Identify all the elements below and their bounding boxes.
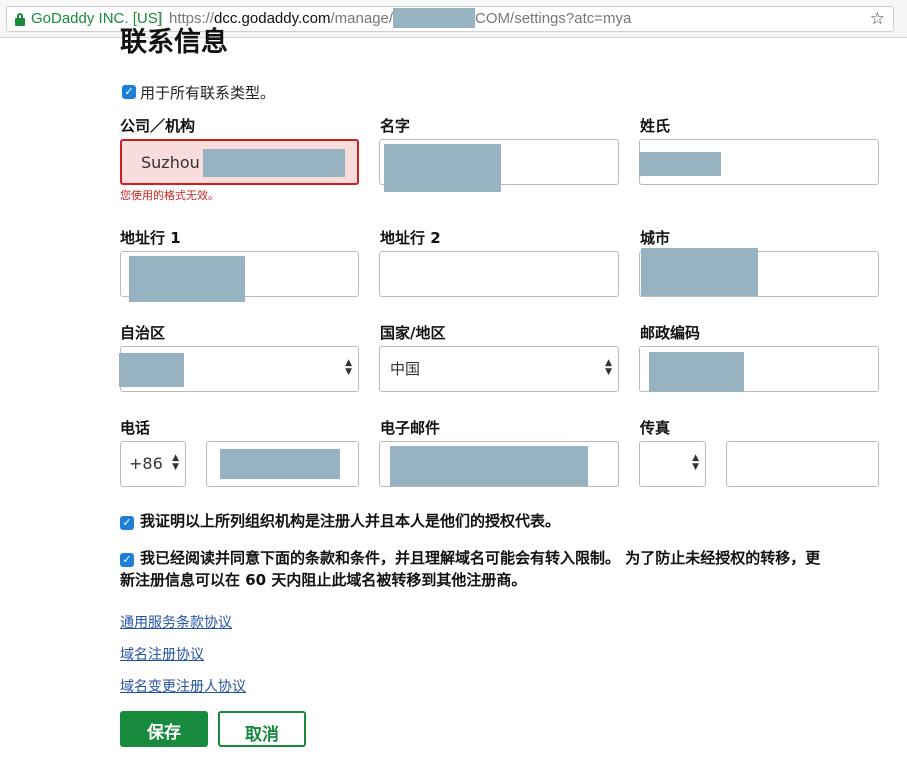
address2-label: 地址行 2	[380, 229, 441, 247]
select-arrows-icon: ▲ ▼	[692, 453, 699, 472]
company-label: 公司／机构	[120, 117, 196, 135]
cancel-button[interactable]: 取消	[218, 711, 306, 747]
apply-all-label: 用于所有联系类型。	[140, 84, 276, 102]
select-arrows-icon: ▲ ▼	[345, 358, 352, 377]
redaction-block	[129, 256, 245, 302]
redaction-block	[649, 352, 744, 392]
save-button[interactable]: 保存	[120, 711, 208, 747]
first-name-label: 名字	[380, 117, 411, 135]
bookmark-star-icon[interactable]: ☆	[870, 7, 885, 31]
url-host: dcc.godaddy.com	[214, 10, 331, 27]
checkbox-checked-icon[interactable]: ✓	[120, 553, 134, 567]
state-label: 自治区	[120, 324, 166, 342]
redaction-block	[390, 446, 588, 486]
city-input[interactable]	[639, 248, 879, 297]
url-redaction	[393, 8, 476, 28]
email-input[interactable]	[379, 441, 619, 487]
redaction-block	[641, 248, 758, 296]
authorized-rep-confirmation: 我证明以上所列组织机构是注册人并且本人是他们的授权代表。	[140, 512, 561, 530]
fax-label: 传真	[640, 419, 671, 437]
link-general-terms[interactable]: 通用服务条款协议	[120, 612, 232, 632]
fax-country-select[interactable]: ▲ ▼	[639, 441, 706, 487]
url-text[interactable]: https://dcc.godaddy.com/manage/COM/setti…	[169, 7, 631, 31]
company-input[interactable]: Suzhou	[120, 139, 359, 185]
link-registrant-change[interactable]: 域名变更注册人协议	[120, 676, 246, 696]
redaction-block	[119, 353, 184, 387]
lock-icon[interactable]	[15, 13, 25, 26]
last-name-input[interactable]	[639, 139, 879, 185]
company-value: Suzhou	[141, 153, 200, 172]
phone-country-select[interactable]: +86 ▲ ▼	[120, 441, 186, 487]
redaction-block	[639, 152, 721, 176]
address2-input[interactable]	[379, 251, 619, 297]
address1-input[interactable]	[120, 251, 359, 302]
redaction-block	[384, 144, 501, 192]
url-divider	[161, 11, 162, 28]
address1-label: 地址行 1	[120, 229, 181, 247]
redaction-block	[220, 449, 340, 479]
last-name-label: 姓氏	[640, 117, 671, 135]
city-label: 城市	[640, 229, 671, 247]
email-label: 电子邮件	[380, 419, 441, 437]
link-domain-registration[interactable]: 域名注册协议	[120, 644, 204, 664]
phone-number-input[interactable]	[206, 441, 359, 487]
checkbox-checked-icon[interactable]: ✓	[120, 516, 134, 530]
url-scheme: https://	[169, 10, 215, 27]
first-name-input[interactable]	[379, 139, 619, 192]
page-title: 联系信息	[120, 27, 228, 58]
redaction-block	[203, 149, 345, 177]
phone-country-code: +86	[129, 454, 163, 473]
country-value: 中国	[390, 360, 421, 378]
postal-input[interactable]	[639, 346, 879, 392]
state-select[interactable]: ▲ ▼	[119, 346, 359, 392]
company-error-message: 您使用的格式无效。	[120, 189, 219, 202]
country-label: 国家/地区	[380, 324, 446, 342]
url-path-end: COM/settings?atc=mya	[475, 10, 632, 27]
postal-label: 邮政编码	[640, 324, 701, 342]
checkbox-checked-icon[interactable]: ✓	[122, 85, 136, 99]
select-arrows-icon: ▲ ▼	[172, 453, 179, 472]
country-select[interactable]: 中国 ▲ ▼	[379, 346, 619, 392]
phone-label: 电话	[120, 419, 151, 437]
terms-confirmation-line2: 新注册信息可以在 60 天内阻止此域名被转移到其他注册商。	[120, 571, 527, 589]
terms-confirmation-line1: 我已经阅读并同意下面的条款和条件，并且理解域名可能会有转入限制。 为了防止未经授…	[140, 549, 821, 567]
fax-number-input[interactable]	[726, 441, 879, 487]
select-arrows-icon: ▲ ▼	[605, 358, 612, 377]
url-path-start: /manage/	[330, 10, 394, 27]
